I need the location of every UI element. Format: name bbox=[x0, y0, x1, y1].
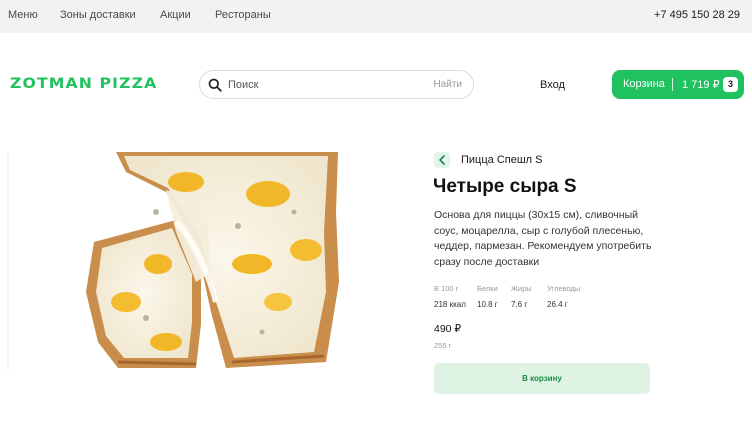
topnav-item-delivery-zones[interactable]: Зоны доставки bbox=[60, 9, 136, 21]
login-link[interactable]: Вход bbox=[540, 79, 565, 91]
topnav-item-menu[interactable]: Меню bbox=[8, 9, 38, 21]
top-bar: Меню Зоны доставки Акции Рестораны +7 49… bbox=[0, 0, 752, 33]
nutrition-label: Углеводы bbox=[547, 284, 581, 293]
search-input[interactable] bbox=[228, 76, 408, 94]
topnav-item-restaurants[interactable]: Рестораны bbox=[215, 9, 271, 21]
nutrition-carbs: Углеводы 26.4 г bbox=[547, 284, 607, 309]
nutrition-value: 26.4 г bbox=[547, 300, 568, 309]
cart-count-badge: 3 bbox=[723, 77, 738, 92]
cart-sum: 1 719 ₽ bbox=[682, 79, 720, 91]
product-image bbox=[7, 152, 339, 370]
back-button[interactable] bbox=[434, 152, 450, 168]
product-title: Четыре сыра S bbox=[433, 176, 577, 197]
breadcrumb[interactable]: Пицца Спешл S bbox=[461, 154, 542, 166]
cart-label: Корзина bbox=[623, 78, 665, 90]
product-weight: 255 г bbox=[434, 341, 452, 350]
cart-divider bbox=[672, 78, 673, 91]
add-to-cart-button[interactable]: В корзину bbox=[434, 363, 650, 394]
logo[interactable]: ZOTMAN PIZZA bbox=[10, 76, 157, 92]
product-price: 490 ₽ bbox=[434, 323, 462, 335]
chevron-left-icon bbox=[439, 155, 445, 165]
topnav-item-promotions[interactable]: Акции bbox=[160, 9, 191, 21]
cart-button[interactable]: Корзина 1 719 ₽ 3 bbox=[612, 70, 744, 99]
search-button[interactable]: Найти bbox=[433, 79, 462, 90]
search-icon bbox=[208, 78, 222, 92]
product-description: Основа для пиццы (30x15 см), сливочный с… bbox=[434, 209, 652, 268]
search-bar: Найти bbox=[199, 70, 474, 99]
phone-number[interactable]: +7 495 150 28 29 bbox=[654, 9, 740, 21]
